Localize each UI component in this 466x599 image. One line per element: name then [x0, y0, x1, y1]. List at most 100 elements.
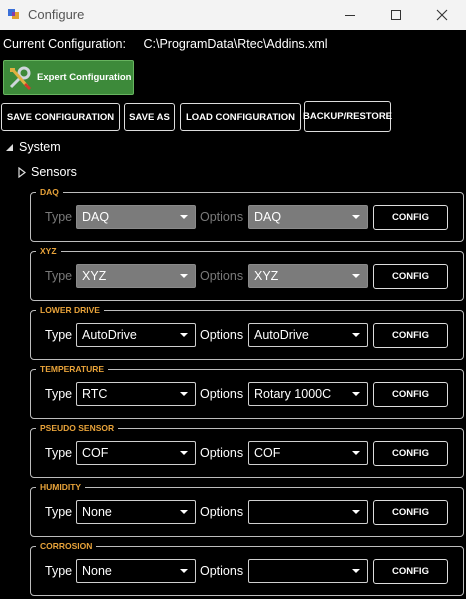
minimize-icon: [345, 14, 355, 16]
config-button[interactable]: CONFIG: [373, 500, 448, 525]
type-combo[interactable]: RTC: [76, 382, 196, 406]
chevron-down-icon: [180, 451, 188, 455]
config-button[interactable]: CONFIG: [373, 441, 448, 466]
options-label: Options: [200, 387, 244, 401]
current-configuration-path: C:\ProgramData\Rtec\Addins.xml: [143, 37, 328, 51]
config-button[interactable]: CONFIG: [373, 559, 448, 584]
load-configuration-button[interactable]: LOAD CONFIGURATION: [180, 103, 301, 131]
current-configuration-label: Current Configuration:: [3, 37, 126, 51]
maximize-icon: [391, 10, 401, 20]
type-combo[interactable]: AutoDrive: [76, 323, 196, 347]
tree-item-sensors-label: Sensors: [31, 165, 77, 179]
chevron-down-icon: [352, 510, 360, 514]
chevron-down-icon: [180, 274, 188, 278]
options-value: COF: [254, 446, 281, 460]
type-label: Type: [45, 328, 73, 342]
type-combo[interactable]: None: [76, 500, 196, 524]
type-combo[interactable]: XYZ: [76, 264, 196, 288]
chevron-down-icon: [352, 215, 360, 219]
options-value: AutoDrive: [254, 328, 309, 342]
sensor-group-lower-drive: LOWER DRIVE Type AutoDrive Options AutoD…: [30, 304, 464, 360]
type-value: RTC: [82, 387, 108, 401]
type-value: DAQ: [82, 210, 110, 224]
tree-item-system[interactable]: System: [5, 140, 61, 154]
type-combo[interactable]: COF: [76, 441, 196, 465]
options-combo[interactable]: Rotary 1000C: [248, 382, 368, 406]
options-label: Options: [200, 505, 244, 519]
save-as-button[interactable]: SAVE AS: [124, 103, 175, 131]
title-bar: Configure: [0, 0, 466, 30]
options-combo[interactable]: [248, 559, 368, 583]
type-label: Type: [45, 210, 73, 224]
chevron-down-icon: [180, 333, 188, 337]
chevron-down-icon: [180, 510, 188, 514]
options-label: Options: [200, 564, 244, 578]
window-title: Configure: [28, 7, 85, 22]
backup-restore-button[interactable]: BACKUP/RESTORE: [303, 101, 392, 132]
options-label: Options: [200, 328, 244, 342]
config-button[interactable]: CONFIG: [373, 205, 448, 230]
type-label: Type: [45, 446, 73, 460]
chevron-down-icon: [352, 569, 360, 573]
chevron-down-icon: [352, 451, 360, 455]
chevron-down-icon: [180, 392, 188, 396]
app-icon: [8, 9, 19, 19]
type-label: Type: [45, 269, 73, 283]
type-value: XYZ: [82, 269, 107, 283]
sensor-group-xyz: XYZ Type XYZ Options XYZ CONFIG: [30, 245, 464, 301]
group-title: PSEUDO SENSOR: [36, 422, 119, 434]
group-title: DAQ: [36, 186, 63, 198]
options-combo[interactable]: XYZ: [248, 264, 368, 288]
options-combo[interactable]: AutoDrive: [248, 323, 368, 347]
current-configuration: Current Configuration: C:\ProgramData\Rt…: [3, 37, 328, 51]
options-label: Options: [200, 269, 244, 283]
group-title: LOWER DRIVE: [36, 304, 104, 316]
options-value: Rotary 1000C: [254, 387, 332, 401]
expanded-icon: [6, 143, 13, 151]
minimize-button[interactable]: [327, 0, 373, 30]
type-combo[interactable]: None: [76, 559, 196, 583]
collapsed-icon: [18, 166, 26, 178]
chevron-down-icon: [352, 333, 360, 337]
group-title: XYZ: [36, 245, 61, 257]
options-label: Options: [200, 446, 244, 460]
maximize-button[interactable]: [373, 0, 419, 30]
chevron-down-icon: [180, 215, 188, 219]
config-button[interactable]: CONFIG: [373, 382, 448, 407]
type-label: Type: [45, 505, 73, 519]
config-button[interactable]: CONFIG: [373, 323, 448, 348]
sensor-group-corrosion: CORROSION Type None Options CONFIG: [30, 540, 464, 596]
group-title: TEMPERATURE: [36, 363, 109, 375]
sensor-group-temperature: TEMPERATURE Type RTC Options Rotary 1000…: [30, 363, 464, 419]
chevron-down-icon: [180, 569, 188, 573]
type-label: Type: [45, 387, 73, 401]
options-combo[interactable]: COF: [248, 441, 368, 465]
type-label: Type: [45, 564, 73, 578]
options-combo[interactable]: DAQ: [248, 205, 368, 229]
sensor-group-humidity: HUMIDITY Type None Options CONFIG: [30, 481, 464, 537]
tools-icon: [9, 66, 32, 90]
options-combo[interactable]: [248, 500, 368, 524]
tree-item-system-label: System: [19, 140, 61, 154]
type-value: COF: [82, 446, 109, 460]
group-title: HUMIDITY: [36, 481, 86, 493]
save-configuration-button[interactable]: SAVE CONFIGURATION: [1, 103, 120, 131]
config-button[interactable]: CONFIG: [373, 264, 448, 289]
group-title: CORROSION: [36, 540, 97, 552]
type-value: AutoDrive: [82, 328, 137, 342]
options-value: DAQ: [254, 210, 282, 224]
chevron-down-icon: [352, 274, 360, 278]
sensor-group-daq: DAQ Type DAQ Options DAQ CONFIG: [30, 186, 464, 242]
expert-configuration-label: Expert Configuration: [37, 72, 132, 83]
type-value: None: [82, 564, 112, 578]
options-value: XYZ: [254, 269, 279, 283]
close-button[interactable]: [419, 0, 465, 30]
chevron-down-icon: [352, 392, 360, 396]
type-combo[interactable]: DAQ: [76, 205, 196, 229]
sensor-group-pseudo-sensor: PSEUDO SENSOR Type COF Options COF CONFI…: [30, 422, 464, 478]
tree-item-sensors[interactable]: Sensors: [18, 165, 77, 179]
options-label: Options: [200, 210, 244, 224]
type-value: None: [82, 505, 112, 519]
expert-configuration-button[interactable]: Expert Configuration: [3, 60, 134, 95]
close-icon: [436, 9, 448, 21]
